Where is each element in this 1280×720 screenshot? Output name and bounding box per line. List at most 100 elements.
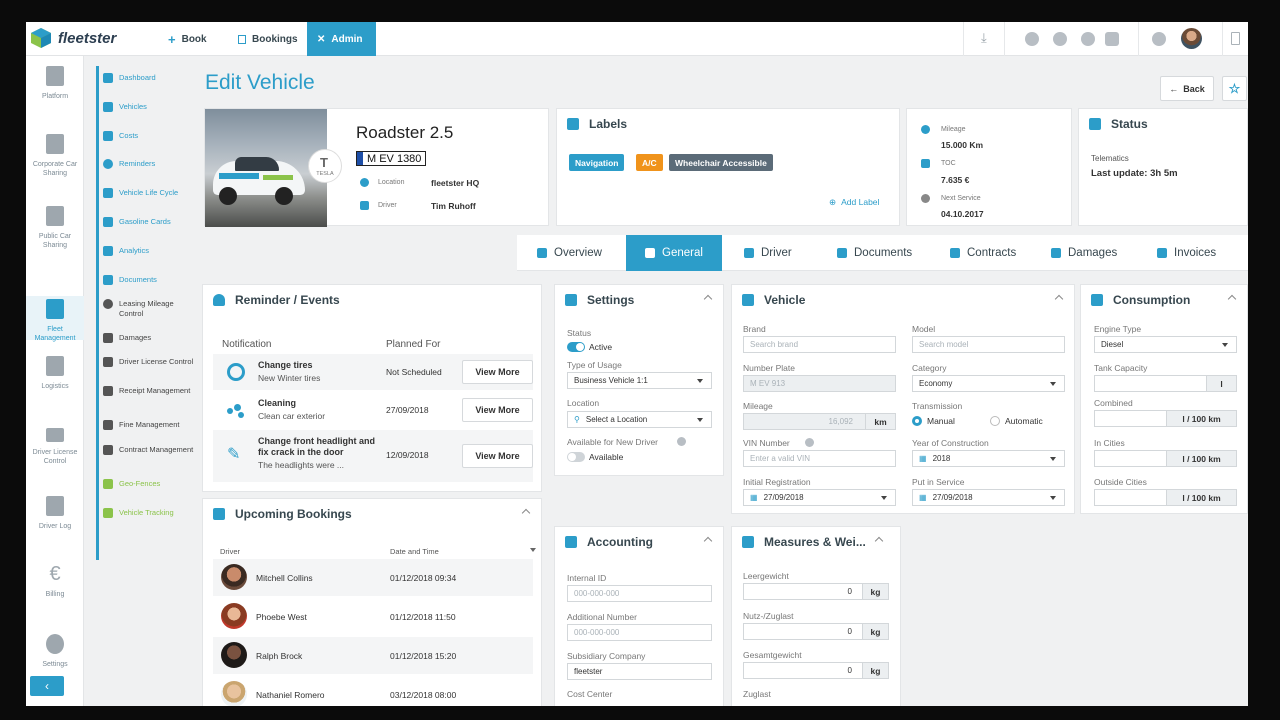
back-button[interactable]: ← Back (1160, 76, 1214, 101)
view-more-button[interactable]: View More (462, 444, 533, 468)
rail-billing[interactable]: € Billing (26, 564, 84, 604)
number-plate-input[interactable]: M EV 913 (743, 375, 896, 392)
rail-settings[interactable]: Settings (26, 634, 84, 674)
submenu-damages[interactable]: Damages (99, 333, 195, 343)
additional-number-input[interactable]: 000-000-000 (567, 624, 712, 641)
tab-invoices[interactable]: Invoices (1157, 235, 1216, 271)
submenu-vehicles[interactable]: Vehicles (99, 102, 195, 112)
combined-input[interactable]: l / 100 km (1094, 410, 1237, 427)
user-avatar[interactable] (1181, 28, 1202, 49)
nav-bookings[interactable]: Bookings (228, 22, 308, 56)
cleaning-icon (227, 402, 245, 418)
submenu-label: Leasing Mileage Control (119, 299, 174, 318)
view-more-button[interactable]: View More (462, 398, 533, 422)
automatic-radio[interactable] (990, 416, 1000, 426)
submenu-driver-license-control[interactable]: Driver License Control (99, 357, 195, 367)
nutzlast-input[interactable]: 0 kg (743, 623, 889, 640)
rail-logistics[interactable]: Logistics (26, 356, 84, 400)
rail-fleet-management[interactable]: Fleet Management (26, 296, 84, 342)
id-card-icon (103, 357, 113, 367)
mileage-input[interactable]: 16,092 km (743, 413, 896, 430)
info-icon[interactable] (1053, 32, 1067, 46)
submenu-fine-management[interactable]: Fine Management (99, 420, 195, 430)
submenu-geo-fences[interactable]: Geo-Fences (99, 479, 195, 489)
collapse-icon[interactable] (521, 508, 531, 518)
leergewicht-input[interactable]: 0 kg (743, 583, 889, 600)
view-more-button[interactable]: View More (462, 360, 533, 384)
submenu-vehicle-tracking[interactable]: Vehicle Tracking (99, 508, 195, 518)
tab-documents[interactable]: Documents (837, 235, 912, 271)
brand-input[interactable]: Search brand (743, 336, 896, 353)
collapse-icon[interactable] (703, 536, 713, 546)
tab-damages[interactable]: Damages (1051, 235, 1117, 271)
collapse-icon[interactable] (1054, 294, 1064, 304)
chat-icon[interactable] (1105, 32, 1119, 46)
tools-icon (565, 294, 577, 306)
sort-icon[interactable] (530, 548, 536, 555)
tab-overview[interactable]: Overview (537, 235, 602, 271)
favorite-button[interactable]: ☆ (1222, 76, 1247, 101)
tank-capacity-input[interactable]: l (1094, 375, 1237, 392)
submenu-vehicle-life-cycle[interactable]: Vehicle Life Cycle (99, 188, 195, 198)
rail-driver-log[interactable]: Driver Log (26, 496, 84, 536)
nav-admin[interactable]: ✕ Admin (307, 22, 376, 56)
booking-row[interactable]: Nathaniel Romero 03/12/2018 08:00 (213, 676, 533, 706)
globe-icon[interactable] (1152, 32, 1166, 46)
vin-input[interactable]: Enter a valid VIN (743, 450, 896, 467)
submenu-label: Vehicle Tracking (119, 508, 174, 517)
submenu-reminders[interactable]: Reminders (99, 159, 195, 169)
subsidiary-input[interactable]: fleetster (567, 663, 712, 680)
engine-type-select[interactable]: Diesel (1094, 336, 1237, 353)
rail-platform[interactable]: Platform (26, 66, 84, 116)
collapse-button[interactable]: ‹ (30, 676, 64, 696)
collapse-icon[interactable] (1227, 294, 1237, 304)
collapse-icon[interactable] (703, 294, 713, 304)
submenu-leasing-mileage-control[interactable]: Leasing Mileage Control (99, 299, 195, 319)
collapse-icon[interactable] (874, 536, 884, 546)
cost-center-label: Cost Center (567, 689, 613, 699)
booking-row[interactable]: Mitchell Collins 01/12/2018 09:34 (213, 559, 533, 596)
in-cities-input[interactable]: l / 100 km (1094, 450, 1237, 467)
manual-radio[interactable] (912, 416, 922, 426)
label-wheelchair-accessible[interactable]: Wheelchair Accessible (669, 154, 773, 171)
rail-driver-license-control[interactable]: Driver License Control (26, 428, 84, 478)
submenu-contract-management[interactable]: Contract Management (99, 445, 195, 455)
available-value: Available (589, 452, 624, 462)
logout-icon[interactable] (1231, 32, 1240, 45)
tab-contracts[interactable]: Contracts (950, 235, 1016, 271)
tab-general[interactable]: General (626, 235, 722, 271)
nav-book[interactable]: + Book (158, 22, 217, 56)
internal-id-input[interactable]: 000-000-000 (567, 585, 712, 602)
status-toggle[interactable] (567, 342, 585, 352)
help-icon[interactable] (1025, 32, 1039, 46)
submenu-analytics[interactable]: Analytics (99, 246, 195, 256)
available-toggle[interactable] (567, 452, 585, 462)
model-input[interactable]: Search model (912, 336, 1065, 353)
booking-row[interactable]: Phoebe West 01/12/2018 11:50 (213, 598, 533, 635)
tab-driver[interactable]: Driver (744, 235, 792, 271)
document-icon (103, 275, 113, 285)
notification-icon[interactable] (1081, 32, 1095, 46)
add-label-link[interactable]: ⊕ Add Label (829, 197, 879, 208)
gesamtgewicht-input[interactable]: 0 kg (743, 662, 889, 679)
year-select[interactable]: ▦ 2018 (912, 450, 1065, 467)
submenu-costs[interactable]: Costs (99, 131, 195, 141)
submenu-receipt-management[interactable]: Receipt Management (99, 386, 195, 396)
submenu-gasoline-cards[interactable]: Gasoline Cards (99, 217, 195, 227)
booking-row[interactable]: Ralph Brock 01/12/2018 15:20 (213, 637, 533, 674)
col-date-time: Date and Time (390, 547, 439, 556)
rail-public-car-sharing[interactable]: Public Car Sharing (26, 206, 84, 266)
registration-select[interactable]: ▦ 27/09/2018 (743, 489, 896, 506)
rail-corporate-car-sharing[interactable]: Corporate Car Sharing (26, 134, 84, 194)
usage-select[interactable]: Business Vehicle 1:1 (567, 372, 712, 389)
label-ac[interactable]: A/C (636, 154, 663, 171)
label-navigation[interactable]: Navigation (569, 154, 625, 171)
category-select[interactable]: Economy (912, 375, 1065, 392)
location-select[interactable]: ⚲ Select a Location (567, 411, 712, 428)
download-icon[interactable]: ⤓ (981, 30, 987, 46)
put-in-service-select[interactable]: ▦ 27/09/2018 (912, 489, 1065, 506)
submenu-dashboard[interactable]: Dashboard (99, 73, 195, 83)
submenu-documents[interactable]: Documents (99, 275, 195, 285)
logo[interactable]: fleetster (30, 28, 116, 48)
outside-cities-input[interactable]: l / 100 km (1094, 489, 1237, 506)
